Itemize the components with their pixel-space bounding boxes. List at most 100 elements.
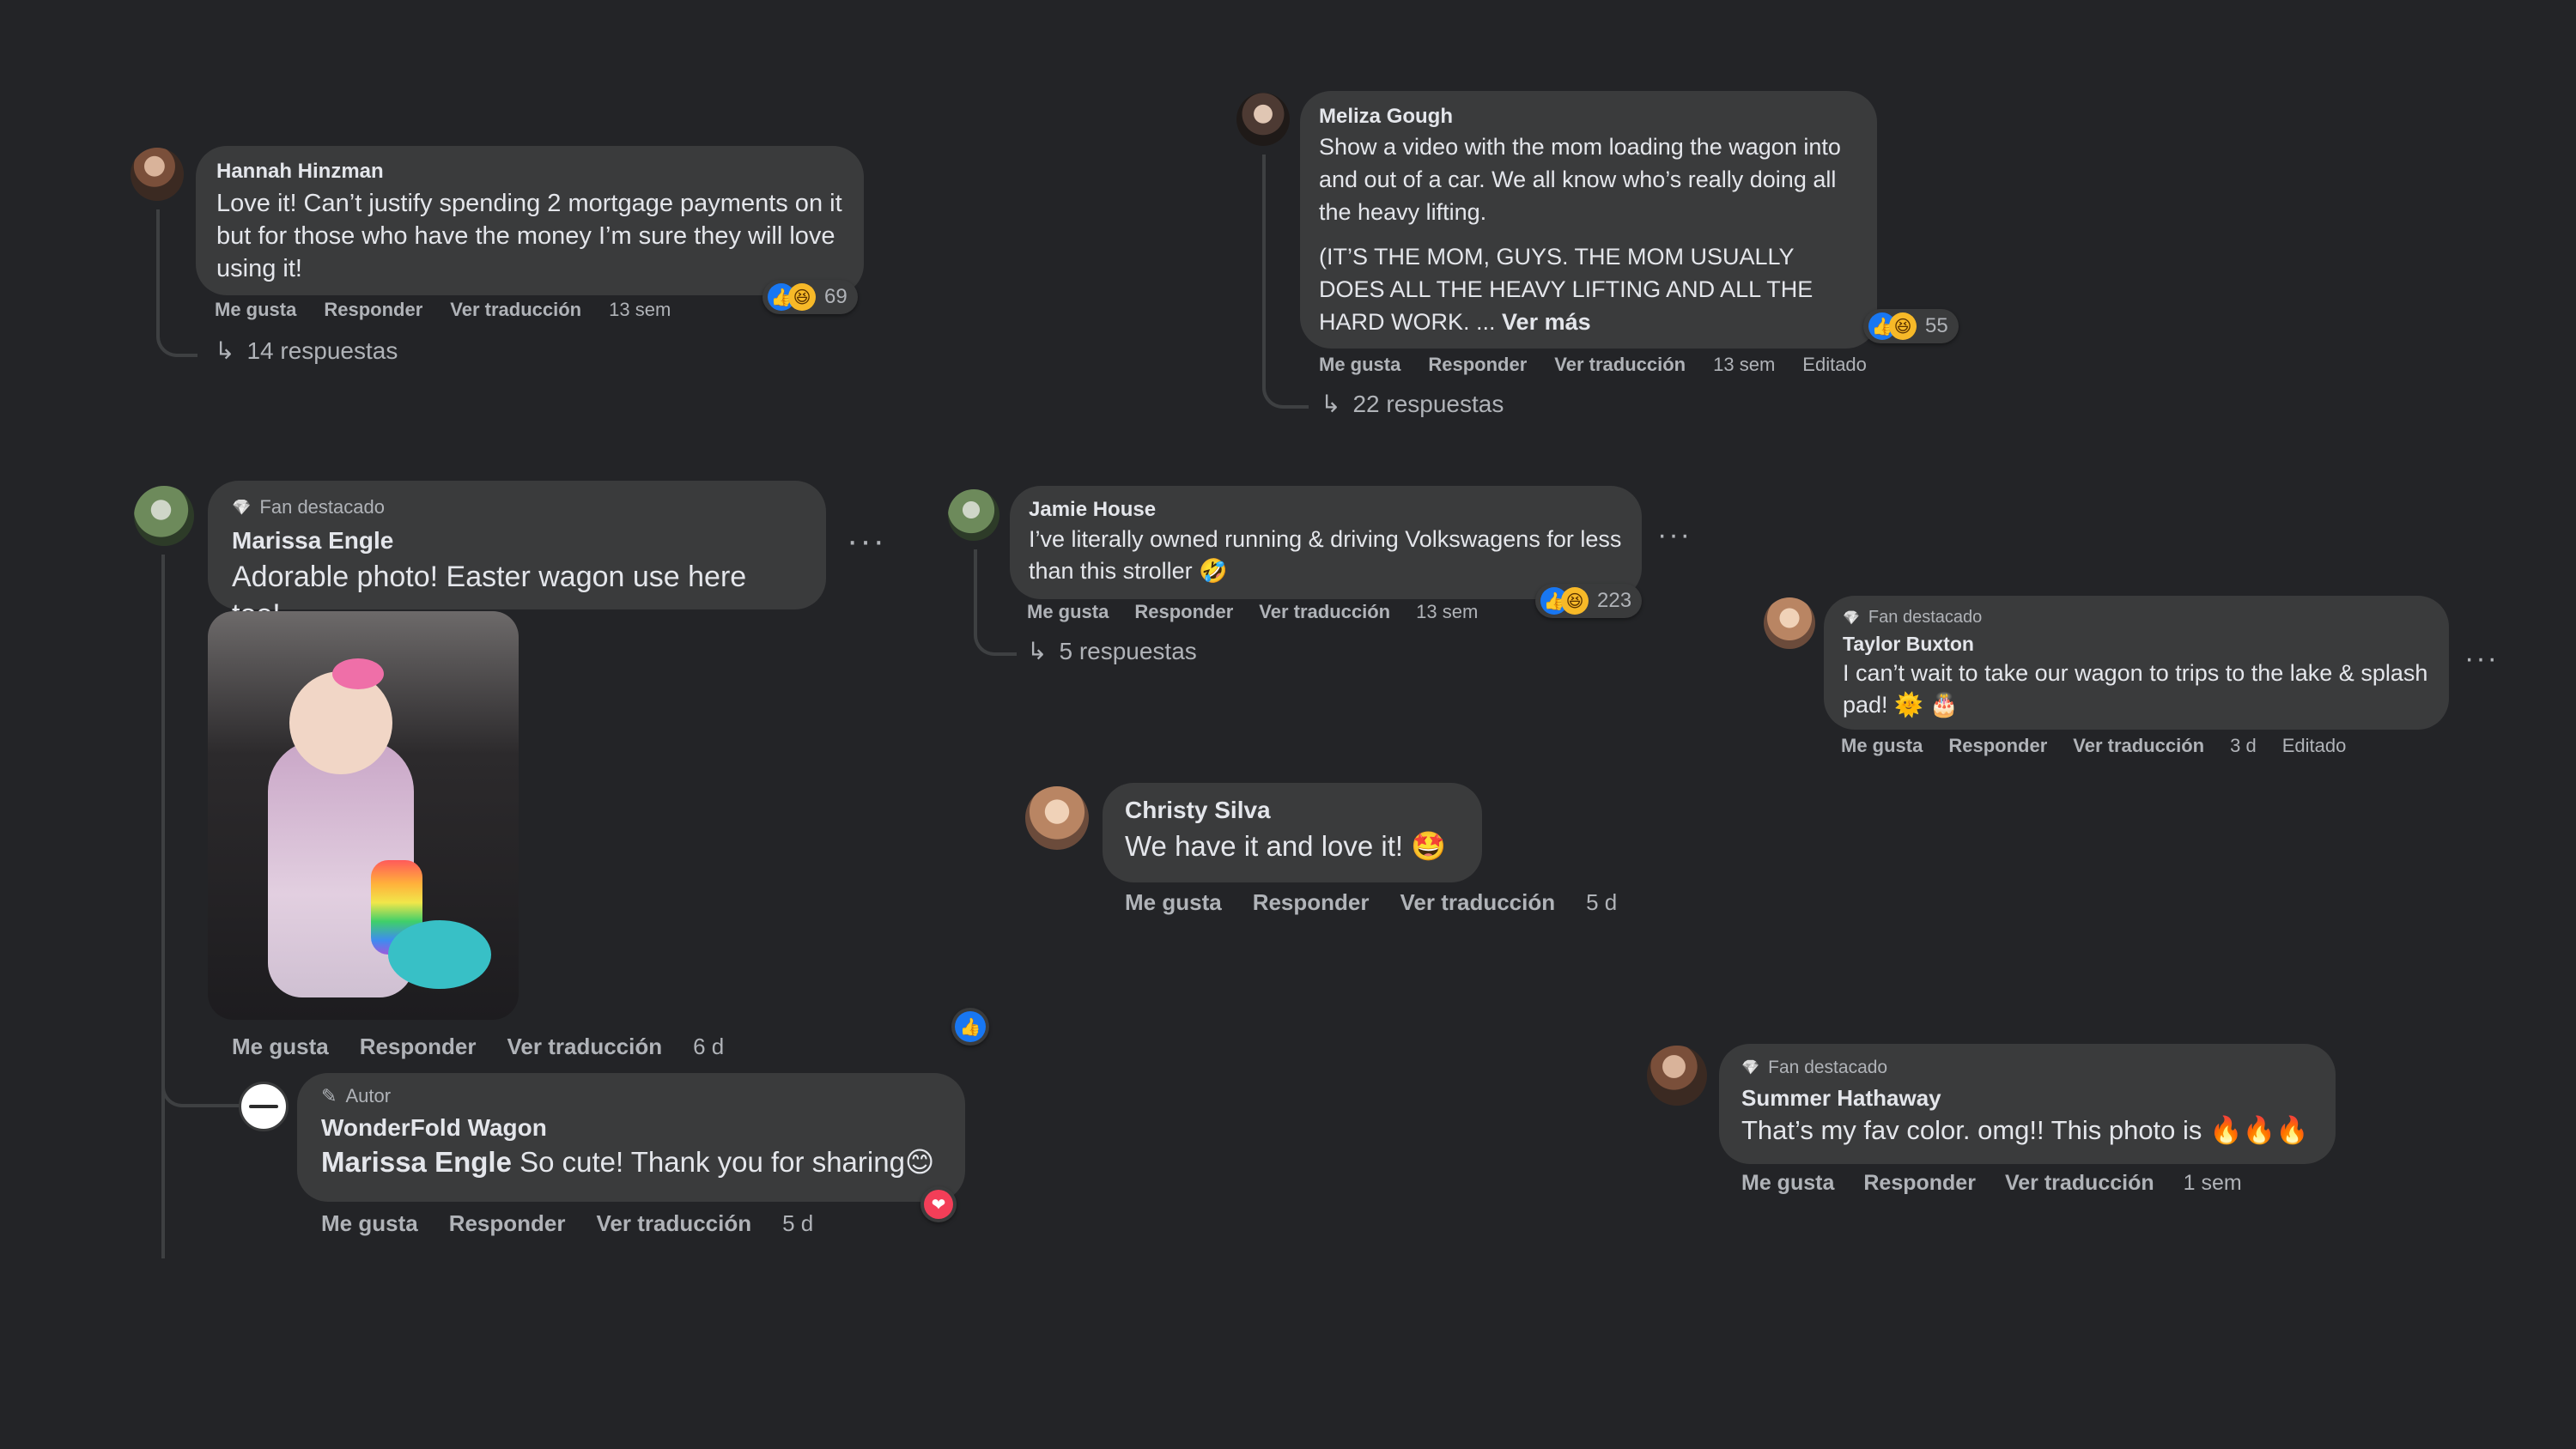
timestamp[interactable]: 5 d [782,1210,813,1237]
reaction-summary[interactable]: 👍 😆 55 [1863,309,1959,343]
like-button[interactable]: Me gusta [1319,354,1400,376]
comment-text: We have it and love it! 🤩 [1125,830,1447,862]
reply-arrow-icon: ↳ [1027,638,1048,664]
comment-text: Love it! Can’t justify spending 2 mortga… [216,190,842,282]
translate-button[interactable]: Ver traducción [597,1210,752,1237]
translate-button[interactable]: Ver traducción [2073,735,2204,757]
comment-actions: Me gusta Responder Ver traducción 13 sem [215,299,671,321]
edited-label: Editado [2281,735,2347,756]
comment-bubble: 💎 Fan destacado Taylor Buxton I can’t wa… [1824,596,2449,730]
reply-button[interactable]: Responder [324,299,422,321]
avatar[interactable] [131,148,184,201]
haha-reaction-icon: 😆 [1561,587,1589,615]
avatar[interactable] [1025,786,1089,850]
timestamp[interactable]: 3 d [2230,735,2257,757]
timestamp[interactable]: 6 d [693,1034,724,1060]
reply-arrow-icon: ↳ [215,337,235,364]
see-more-link[interactable]: Ver más [1502,309,1591,335]
comment-text: Show a video with the mom loading the wa… [1319,134,1841,225]
reply-connector [161,1073,242,1107]
view-replies-link[interactable]: ↳ 14 respuestas [215,336,398,365]
thread-line [156,209,197,357]
avatar[interactable] [948,489,999,541]
translate-button[interactable]: Ver traducción [1400,889,1556,916]
like-button[interactable]: Me gusta [1841,735,1923,757]
avatar[interactable] [1647,1046,1707,1106]
translate-button[interactable]: Ver traducción [507,1034,663,1060]
reaction-count: 69 [824,285,848,308]
reply-button[interactable]: Responder [1948,735,2047,757]
mention-link[interactable]: Marissa Engle [321,1146,512,1178]
timestamp[interactable]: 13 sem [1713,354,1775,376]
comment-author[interactable]: WonderFold Wagon [321,1114,941,1142]
author-badge: ✎ Autor [321,1085,941,1107]
comment-author[interactable]: Hannah Hinzman [216,160,843,184]
more-options-icon[interactable]: ··· [1657,518,1692,552]
avatar[interactable] [239,1082,289,1131]
reaction-summary[interactable]: ❤ [920,1186,957,1222]
top-fan-badge: 💎 Fan destacado [1843,608,2430,627]
comment-author[interactable]: Christy Silva [1125,797,1460,824]
reply-bubble: ✎ Autor WonderFold Wagon Marissa Engle S… [297,1073,965,1202]
like-button[interactable]: Me gusta [1027,601,1109,623]
like-reaction-icon: 👍 [955,1011,986,1042]
comment-actions: Me gusta Responder Ver traducción 1 sem [1741,1171,2242,1196]
view-replies-link[interactable]: ↳ 22 respuestas [1321,390,1504,418]
badge-label: Fan destacado [259,496,385,518]
comment-author[interactable]: Taylor Buxton [1843,633,2430,656]
like-button[interactable]: Me gusta [321,1210,418,1237]
comment-text: I can’t wait to take our wagon to trips … [1843,660,2428,718]
reply-button[interactable]: Responder [360,1034,477,1060]
timestamp[interactable]: 5 d [1586,889,1617,916]
reply-button[interactable]: Responder [1428,354,1527,376]
avatar[interactable] [134,486,194,546]
badge-label: Fan destacado [1768,1058,1888,1077]
reply-button[interactable]: Responder [1253,889,1370,916]
comment-author[interactable]: Jamie House [1029,498,1623,522]
timestamp[interactable]: 13 sem [1416,601,1478,623]
like-button[interactable]: Me gusta [232,1034,329,1060]
more-options-icon[interactable]: ··· [2464,642,2499,676]
avatar[interactable] [1236,93,1290,146]
reply-arrow-icon: ↳ [1321,391,1341,417]
diamond-icon: 💎 [232,498,252,516]
reply-button[interactable]: Responder [1134,601,1233,623]
comment-bubble: 💎 Fan destacado Summer Hathaway That’s m… [1719,1044,2336,1164]
reply-button[interactable]: Responder [1863,1171,1976,1196]
comment-text: Marissa Engle So cute! Thank you for sha… [321,1143,941,1181]
translate-button[interactable]: Ver traducción [1554,354,1686,376]
top-fan-badge: 💎 Fan destacado [1741,1058,2313,1078]
timestamp[interactable]: 1 sem [2184,1171,2242,1196]
reaction-summary[interactable]: 👍 😆 223 [1535,584,1643,618]
more-options-icon[interactable]: ··· [847,522,886,561]
like-button[interactable]: Me gusta [215,299,296,321]
timestamp[interactable]: 13 sem [609,299,671,321]
haha-reaction-icon: 😆 [1889,312,1917,340]
photo-bow [332,658,384,689]
like-button[interactable]: Me gusta [1741,1171,1834,1196]
avatar[interactable] [1764,597,1815,649]
reaction-summary[interactable]: 👍 😆 69 [762,280,858,314]
view-replies-link[interactable]: ↳ 5 respuestas [1027,637,1197,665]
comment-bubble: Hannah Hinzman Love it! Can’t justify sp… [196,146,864,295]
reply-body: So cute! Thank you for sharing😊 [519,1146,935,1178]
comment-bubble: 💎 Fan destacado Marissa Engle Adorable p… [208,481,826,631]
diamond-icon: 💎 [1843,610,1860,626]
comment-author[interactable]: Marissa Engle [232,527,802,555]
translate-button[interactable]: Ver traducción [2005,1171,2154,1196]
comment-actions: Me gusta Responder Ver traducción 13 sem… [1319,354,1867,376]
comment-author[interactable]: Meliza Gough [1319,105,1858,129]
reply-button[interactable]: Responder [449,1210,566,1237]
attached-photo[interactable] [208,611,519,1020]
comment-author[interactable]: Summer Hathaway [1741,1085,2313,1112]
comment-bubble: Christy Silva We have it and love it! 🤩 [1103,783,1482,882]
photo-plush [388,920,491,989]
comment-actions: Me gusta Responder Ver traducción 3 d Ed… [1841,735,2346,757]
reaction-count: 223 [1597,589,1632,612]
reaction-summary[interactable]: 👍 [951,1008,989,1046]
translate-button[interactable]: Ver traducción [450,299,581,321]
comment-actions: Me gusta Responder Ver traducción 13 sem [1027,601,1478,623]
translate-button[interactable]: Ver traducción [1259,601,1390,623]
badge-label: Fan destacado [1868,608,1983,627]
like-button[interactable]: Me gusta [1125,889,1222,916]
